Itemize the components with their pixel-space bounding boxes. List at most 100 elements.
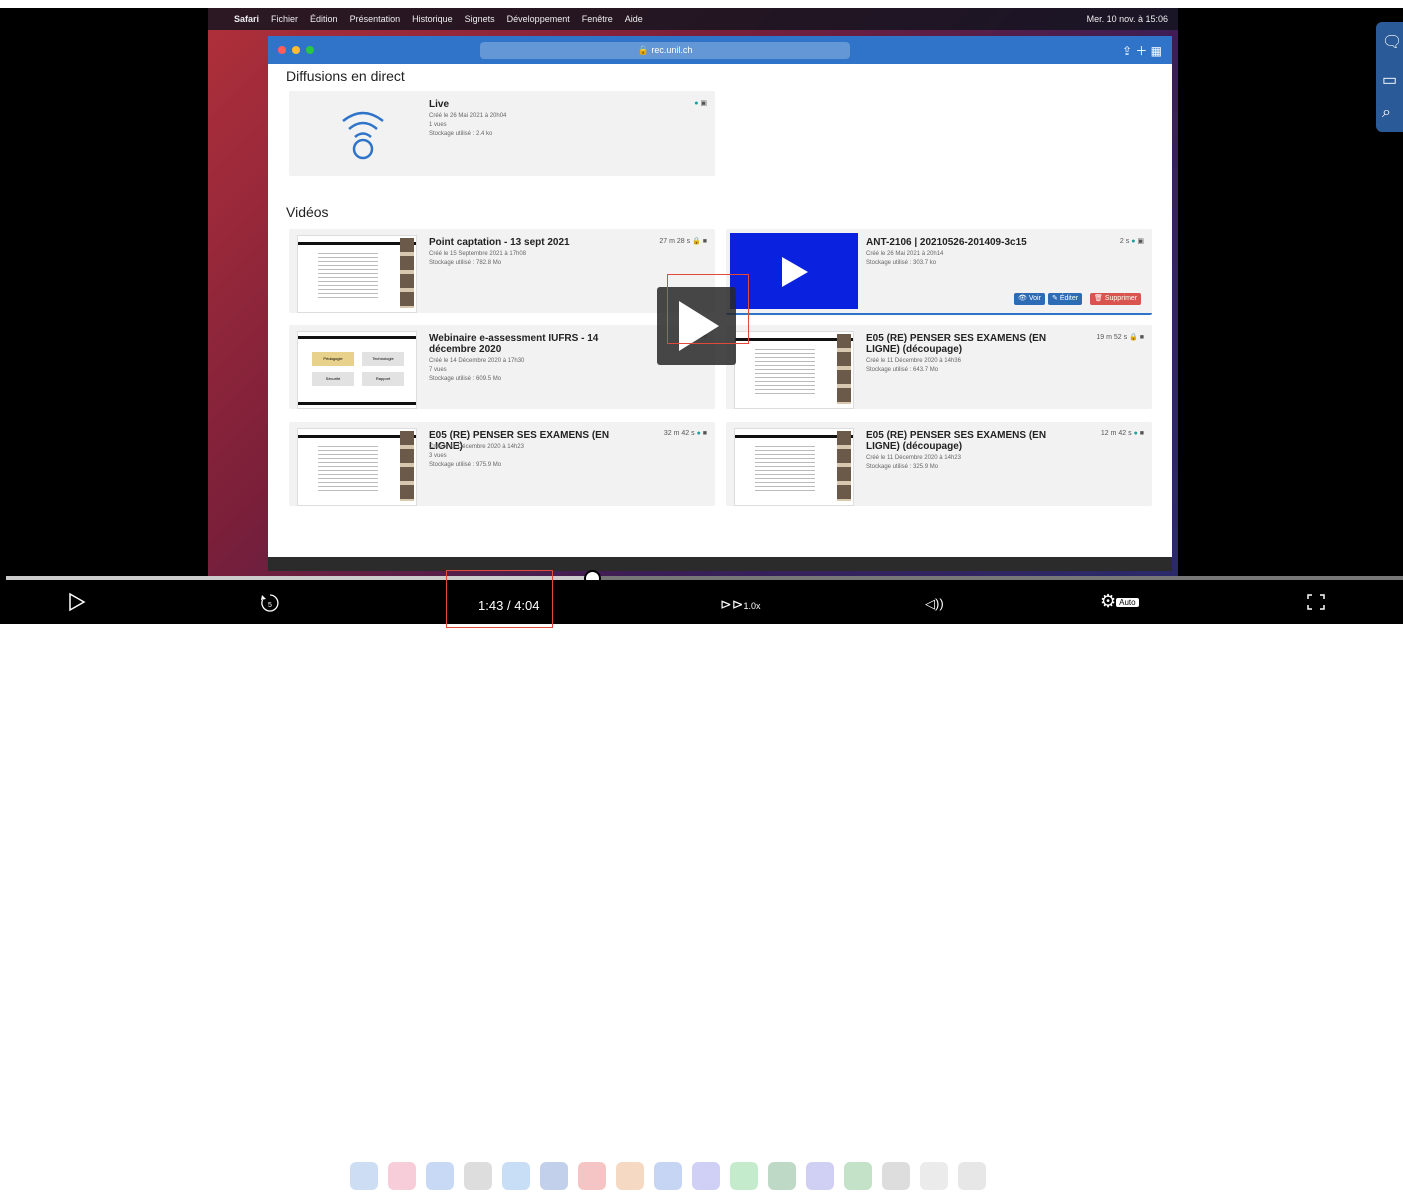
menu-edition: Édition <box>310 14 338 24</box>
camera-icon: ■ <box>1139 430 1144 437</box>
speed-label: 1.0x <box>743 601 761 611</box>
live-views: 1 vues <box>429 122 447 128</box>
edit-label: Éditer <box>1059 295 1079 302</box>
video-thumbnail[interactable] <box>734 331 854 409</box>
chat-icon[interactable]: 🗨 <box>1382 32 1402 52</box>
quality-badge: Auto <box>1116 598 1139 607</box>
search-icon[interactable]: ⌕ <box>1382 104 1391 122</box>
video-title[interactable]: ANT-2106 | 20210526-201409-3c15 <box>866 237 1076 248</box>
video-card[interactable]: E05 (RE) PENSER SES EXAMENS (EN LIGNE) (… <box>726 422 1152 506</box>
gear-icon: ⚙ <box>1100 591 1117 611</box>
video-title[interactable]: Point captation - 13 sept 2021 <box>429 237 639 248</box>
video-created: Créé le 15 Septembre 2021 à 17h08 <box>429 251 527 257</box>
menu-presentation: Présentation <box>349 14 401 24</box>
live-title[interactable]: Live <box>429 99 639 110</box>
video-duration: 2 s <box>1119 238 1130 245</box>
video-created: Créé le 11 Décembre 2020 à 14h23 <box>866 455 961 461</box>
video-thumbnail[interactable] <box>297 428 417 506</box>
menu-signets: Signets <box>464 14 495 24</box>
settings-button[interactable]: ⚙ Auto <box>1100 591 1139 612</box>
video-storage: Stockage utilisé : 975.9 Mo <box>429 462 502 468</box>
thumb-button: Sécurité <box>312 372 354 386</box>
zoom-dot-icon <box>306 46 314 54</box>
video-title[interactable]: E05 (RE) PENSER SES EXAMENS (EN LIGNE) (… <box>866 333 1076 355</box>
section-live-title: Diffusions en direct <box>286 68 405 84</box>
video-card[interactable]: E05 (RE) PENSER SES EXAMENS (EN LIGNE) (… <box>726 325 1152 409</box>
video-views: 3 vues <box>429 453 447 459</box>
video-storage: Stockage utilisé : 303.7 ko <box>866 260 937 266</box>
menu-developpement: Développement <box>506 14 570 24</box>
live-created: Créé le 26 Mai 2021 à 20h04 <box>429 113 507 119</box>
menu-fenetre: Fenêtre <box>581 14 613 24</box>
edit-button[interactable]: ✎ Éditer <box>1048 293 1083 305</box>
check-icon: ● <box>696 430 701 437</box>
play-icon <box>782 257 808 287</box>
video-card[interactable]: E05 (RE) PENSER SES EXAMENS (EN LIGNE) C… <box>289 422 715 506</box>
section-videos-title: Vidéos <box>286 204 329 220</box>
video-created: Créé le 26 Mai 2021 à 20h14 <box>866 251 944 257</box>
video-card[interactable]: Pédagogie Technologie Sécurité Rapport W… <box>289 325 715 409</box>
video-created: Créé le 11 Décembre 2020 à 14h36 <box>866 358 961 364</box>
rewind-button[interactable]: 5 <box>259 592 281 614</box>
volume-icon[interactable]: ◁)) <box>925 596 944 612</box>
speed-button[interactable]: ⊳⊳1.0x <box>720 596 760 613</box>
speed-icon: ⊳⊳ <box>720 596 744 612</box>
video-storage: Stockage utilisé : 782.8 Mo <box>429 260 502 266</box>
video-duration: 32 m 42 s <box>663 430 695 437</box>
menu-historique: Historique <box>412 14 453 24</box>
play-button[interactable] <box>66 592 86 612</box>
qr-icon: ▣ <box>1137 238 1144 245</box>
thumb-button: Technologie <box>362 352 404 366</box>
menu-fichier: Fichier <box>271 14 299 24</box>
video-thumbnail[interactable] <box>297 235 417 313</box>
view-label: Voir <box>1028 295 1041 302</box>
video-thumbnail[interactable] <box>734 428 854 506</box>
site-footer <box>268 557 1172 571</box>
video-duration: 19 m 52 s <box>1096 334 1128 341</box>
video-thumbnail[interactable]: Pédagogie Technologie Sécurité Rapport <box>297 331 417 409</box>
time-highlight-box <box>446 570 553 628</box>
video-created: Créé le 14 Décembre 2020 à 17h30 <box>429 358 525 364</box>
player-controls <box>0 580 1403 1190</box>
close-dot-icon <box>278 46 286 54</box>
video-title[interactable]: Webinaire e-assessment IUFRS - 14 décemb… <box>429 333 639 355</box>
video-storage: Stockage utilisé : 325.9 Mo <box>866 464 939 470</box>
video-player[interactable]: Safari Fichier Édition Présentation Hist… <box>0 8 1403 624</box>
live-storage: Stockage utilisé : 2.4 ko <box>429 131 493 137</box>
minimize-dot-icon <box>292 46 300 54</box>
url-text: rec.unil.ch <box>651 44 693 55</box>
menu-clock: Mer. 10 nov. à 15:06 <box>1086 14 1168 24</box>
lock-icon: 🔒 <box>1129 334 1138 341</box>
laptop-icon[interactable]: ▭ <box>1382 70 1397 90</box>
check-icon: ● <box>1131 238 1136 245</box>
mac-menu-bar: Safari Fichier Édition Présentation Hist… <box>208 8 1178 30</box>
check-icon: ● <box>1133 430 1138 437</box>
menu-aide: Aide <box>624 14 643 24</box>
video-card[interactable]: ANT-2106 | 20210526-201409-3c15 Créé le … <box>726 229 1152 315</box>
camera-icon: ■ <box>702 238 707 245</box>
video-created: Créé le 11 Décembre 2020 à 14h23 <box>429 444 524 450</box>
video-duration: 27 m 28 s <box>659 238 691 245</box>
dock-ghost <box>350 1162 1050 1196</box>
view-button[interactable]: 👁 Voir <box>1014 293 1045 305</box>
app-name: Safari <box>234 14 260 24</box>
side-toolbar: 🗨 ▭ ⌕ <box>1376 22 1403 132</box>
video-thumbnail[interactable] <box>730 233 858 309</box>
lock-icon: 🔒 <box>692 238 701 245</box>
camera-icon: ■ <box>1139 334 1144 341</box>
video-views: 7 vues <box>429 367 447 373</box>
video-storage: Stockage utilisé : 643.7 Mo <box>866 367 939 373</box>
video-duration: 12 m 42 s <box>1100 430 1132 437</box>
video-storage: Stockage utilisé : 609.5 Mo <box>429 376 502 382</box>
live-card: Live Créé le 26 Mai 2021 à 20h04 1 vues … <box>289 91 715 176</box>
highlight-box <box>667 274 749 344</box>
video-card[interactable]: Point captation - 13 sept 2021 Créé le 1… <box>289 229 715 313</box>
delete-label: Supprimer <box>1104 295 1138 302</box>
camera-icon: ■ <box>702 430 707 437</box>
thumb-button: Pédagogie <box>312 352 354 366</box>
video-title[interactable]: E05 (RE) PENSER SES EXAMENS (EN LIGNE) (… <box>866 430 1076 452</box>
safari-toolbar: 🔒 rec.unil.ch ⇪ ＋ ▦ <box>268 36 1172 64</box>
delete-button[interactable]: 🗑 Supprimer <box>1090 293 1142 305</box>
fullscreen-icon[interactable] <box>1306 593 1326 611</box>
share-add-icons: ⇪ ＋ ▦ <box>1121 43 1162 58</box>
